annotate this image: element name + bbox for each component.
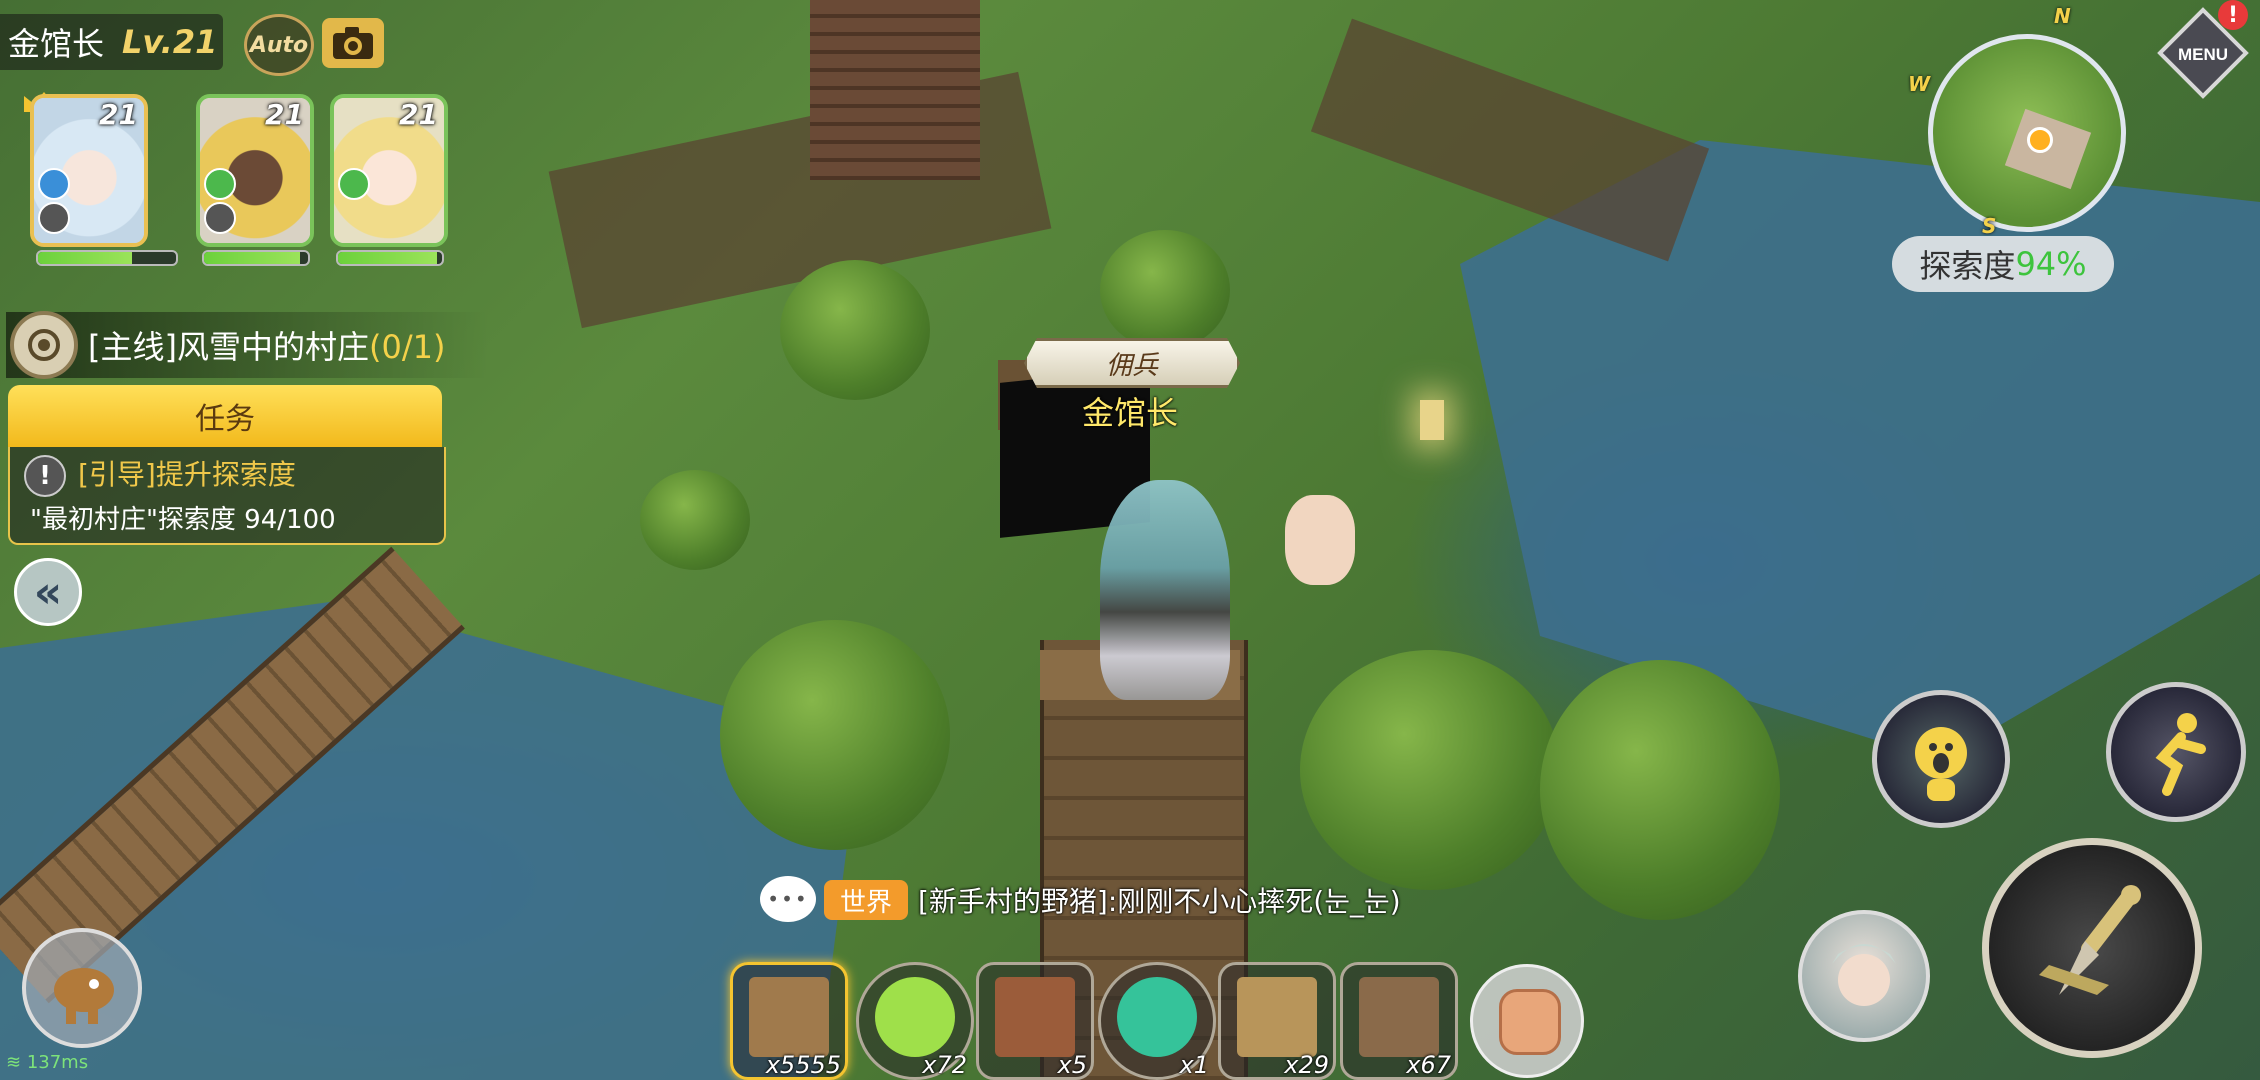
exploration-value: 94% [2015, 245, 2087, 283]
dodge-skill-button[interactable] [2106, 682, 2246, 822]
hotbar-slot-wood-block[interactable]: x5555 [730, 962, 848, 1080]
chat-icon[interactable]: ••• [760, 876, 816, 922]
task-title: [引导]提升探索度 [78, 458, 296, 491]
sword-class-icon [204, 202, 236, 234]
item-count: x5 [1057, 1051, 1087, 1079]
item-count: x67 [1406, 1051, 1451, 1079]
leader-portrait-icon [1832, 944, 1896, 1006]
dirt-path [1310, 18, 1710, 262]
hotbar-slot-teal-potion[interactable]: x1 [1098, 962, 1216, 1080]
player-level: Lv.21 [122, 23, 218, 61]
wooden-house [810, 0, 980, 180]
player-name: 金馆长 [8, 25, 105, 63]
wind-element-icon [204, 168, 236, 200]
hp-fill [204, 252, 300, 264]
teal-potion-icon [1117, 977, 1197, 1057]
ping-value: 137ms [26, 1052, 89, 1073]
mount-pet-button[interactable] [22, 928, 142, 1048]
camera-icon [333, 27, 373, 59]
exploration-rate[interactable]: 探索度 94% [1892, 236, 2114, 292]
bag-icon [1499, 989, 1561, 1055]
main-quest-tracker[interactable]: [主线]风雪中的村庄(0/1) [6, 311, 490, 379]
tree [1300, 650, 1560, 890]
collapse-panel-button[interactable]: « [14, 558, 82, 626]
party-member-level: 21 [399, 98, 438, 131]
green-potion-icon [875, 977, 955, 1057]
task-tab[interactable]: 任务 [8, 385, 442, 447]
exploration-label: 探索度 [1919, 247, 2016, 285]
compass-north: N [2054, 4, 2071, 28]
compass-south: S [1982, 214, 1997, 238]
party-member-1[interactable]: 21 [30, 94, 148, 247]
party-member-level: 21 [99, 98, 138, 131]
inventory-bag-button[interactable] [1470, 964, 1584, 1078]
hotbar-slot-sand-block[interactable]: x29 [1218, 962, 1336, 1080]
pet-companion[interactable] [1285, 495, 1355, 585]
network-ping: ≋ 137ms [6, 1052, 88, 1073]
river-right [1460, 140, 2260, 760]
chat-message[interactable]: [新手村的野猪]:刚刚不小心摔死(눈_눈) [918, 880, 1401, 920]
wood-block-icon [749, 977, 829, 1057]
double-chevron-left-icon: « [33, 566, 63, 618]
party-member-3[interactable]: 21 [330, 94, 448, 247]
emote-skill-button[interactable] [1872, 690, 2010, 828]
chat-channel-tag[interactable]: 世界 [824, 880, 908, 920]
player-marker-icon [2027, 127, 2053, 153]
tree [1540, 660, 1780, 920]
switch-leader-button[interactable] [1798, 910, 1930, 1042]
camera-button[interactable] [322, 18, 384, 68]
running-figure-icon [2155, 713, 2206, 796]
party-member-level: 21 [265, 98, 304, 131]
wifi-icon: ≋ [6, 1052, 22, 1073]
hotbar-slot-plank-block[interactable]: x67 [1340, 962, 1458, 1080]
task-description: "最初村庄"探索度 94/100 [30, 505, 336, 535]
party-member-1-hp-bar [36, 250, 178, 266]
compass-west: W [1908, 72, 1931, 96]
character-name: 金馆长 [1081, 394, 1178, 432]
item-count: x5555 [765, 1051, 841, 1079]
plank-block-icon [1359, 977, 1439, 1057]
task-entry[interactable]: ! [引导]提升探索度 "最初村庄"探索度 94/100 [8, 447, 446, 545]
hp-fill [38, 252, 132, 264]
quest-icon [10, 311, 78, 379]
hotbar-slot-green-potion[interactable]: x72 [856, 962, 974, 1080]
sword-icon [2039, 885, 2141, 995]
menu-label: MENU [2178, 45, 2228, 64]
hotbar-slot-dirt-block[interactable]: x5 [976, 962, 1094, 1080]
party-member-2[interactable]: 21 [196, 94, 314, 247]
glowing-lantern[interactable] [1420, 400, 1444, 440]
sword-class-icon [38, 202, 70, 234]
minimap[interactable] [1928, 34, 2126, 232]
item-count: x29 [1284, 1051, 1329, 1079]
water-element-icon [38, 168, 70, 200]
party-member-3-hp-bar [336, 250, 444, 266]
sand-block-icon [1237, 977, 1317, 1057]
player-info[interactable]: 金馆长 Lv.21 [0, 14, 223, 70]
tree [780, 260, 930, 400]
wind-element-icon [338, 168, 370, 200]
notification-badge: ! [2218, 0, 2248, 30]
tree [1100, 230, 1230, 350]
auto-button[interactable]: Auto [244, 14, 314, 76]
attack-button[interactable] [1982, 838, 2202, 1058]
alert-icon: ! [24, 455, 66, 497]
item-count: x1 [1179, 1051, 1209, 1079]
item-count: x72 [922, 1051, 967, 1079]
player-character[interactable] [1100, 480, 1230, 700]
character-role-tag: 佣兵 [1024, 338, 1240, 388]
dirt-block-icon [995, 977, 1075, 1057]
shout-emote-icon [1915, 727, 1967, 801]
quest-title: [主线]风雪中的村庄(0/1) [88, 328, 446, 366]
tree [640, 470, 750, 570]
tree [720, 620, 950, 850]
party-member-2-hp-bar [202, 250, 310, 266]
quest-progress: (0/1) [368, 328, 446, 366]
hp-fill [338, 252, 437, 264]
dino-pet-icon [54, 968, 114, 1024]
